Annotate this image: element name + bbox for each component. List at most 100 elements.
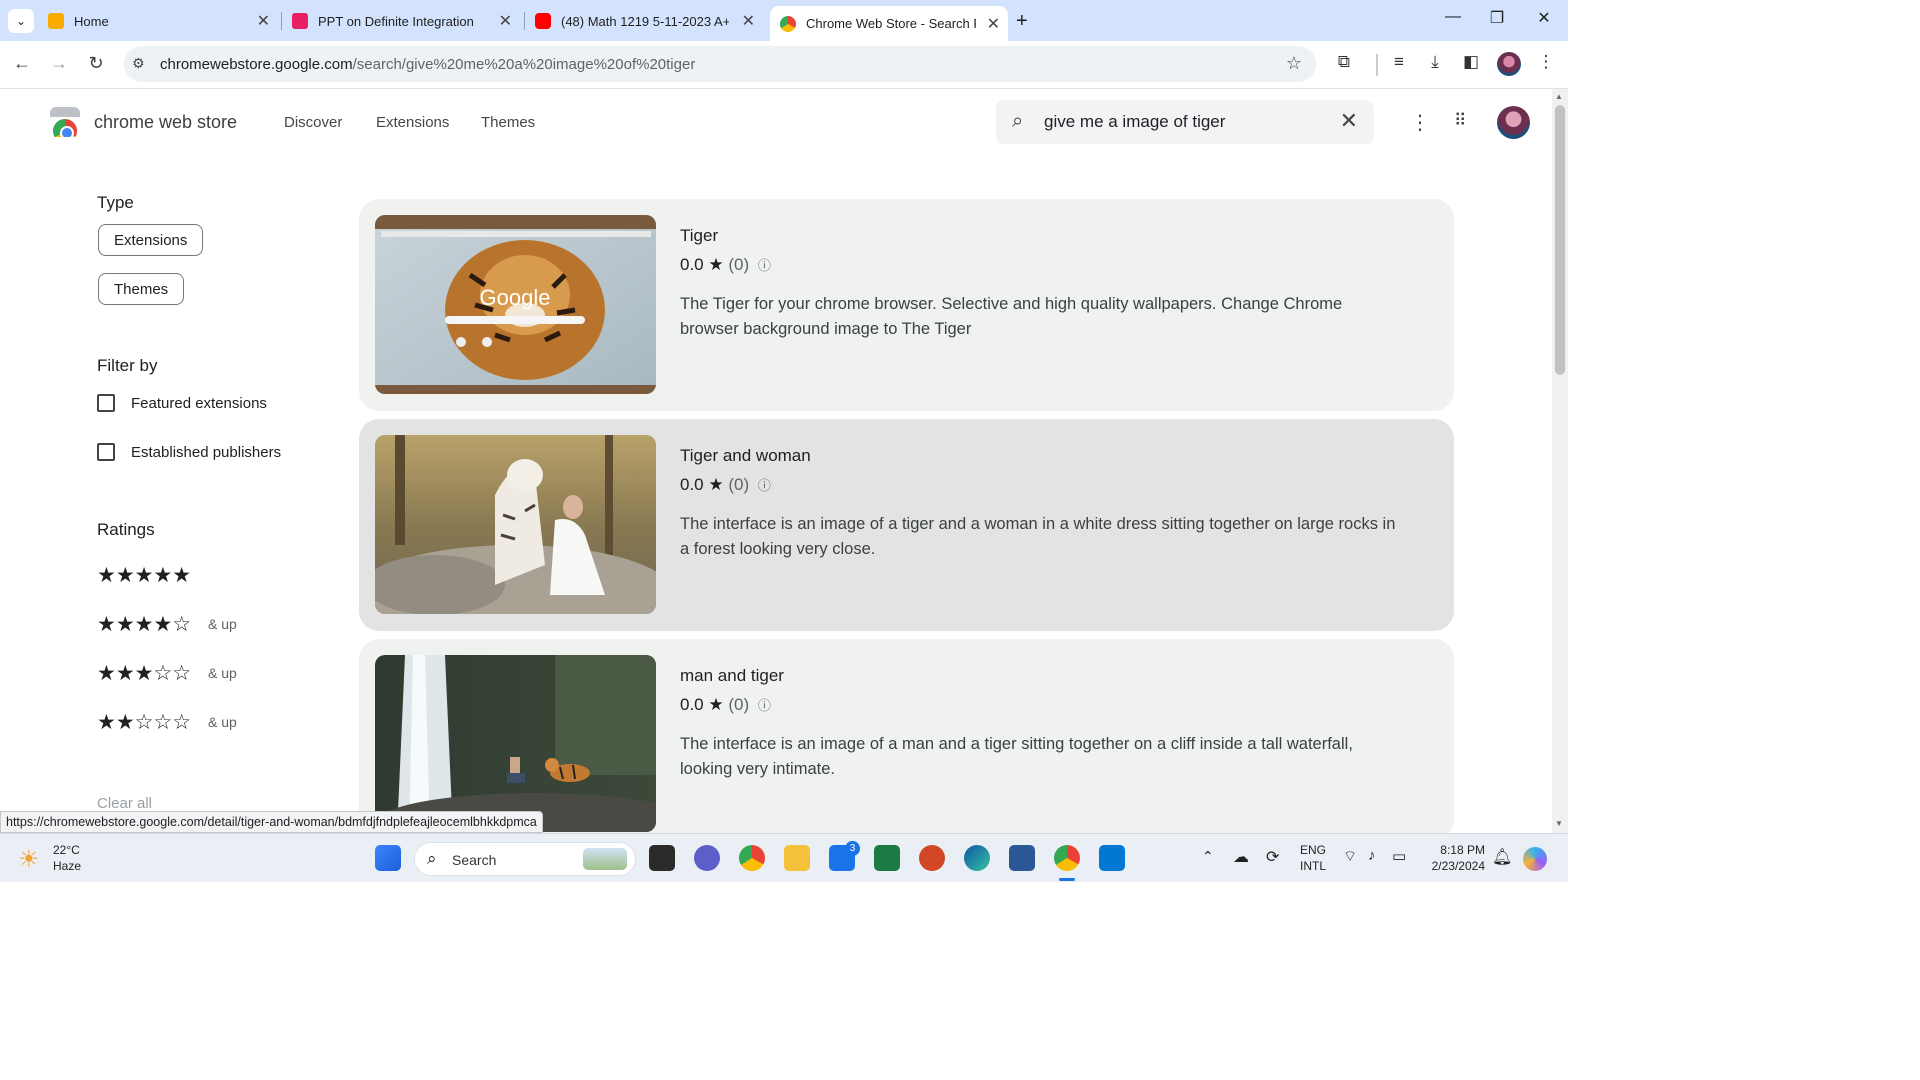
rating-count: (0): [728, 475, 750, 494]
page-scrollbar[interactable]: ▲ ▼: [1552, 89, 1568, 833]
result-title[interactable]: Tiger and woman: [680, 446, 811, 466]
tab-separator: [524, 12, 525, 30]
result-title[interactable]: man and tiger: [680, 666, 784, 686]
language-intl[interactable]: INTL: [1300, 859, 1326, 873]
taskbar-search[interactable]: ⌕ Search: [414, 842, 636, 876]
result-description: The interface is an image of a tiger and…: [680, 515, 1396, 558]
back-icon[interactable]: ←: [10, 53, 34, 74]
nav-extensions[interactable]: Extensions: [376, 114, 449, 131]
result-rating: 0.0 ★ (0) ⓘ: [680, 255, 771, 274]
excel-icon[interactable]: [874, 845, 900, 871]
tab-youtube-math[interactable]: (48) Math 1219 5-11-2023 A+B ✕: [535, 6, 763, 36]
more-options-icon[interactable]: ⋮: [1410, 110, 1430, 135]
info-icon[interactable]: ⓘ: [758, 258, 771, 273]
result-title[interactable]: Tiger: [680, 226, 718, 246]
tab-chrome-web-store[interactable]: Chrome Web Store - Search Re ✕: [770, 6, 1008, 41]
windows-taskbar: ☀ 22°C Haze ⌕ Search 3 ⌃ ☁ ⟳ ENG INTL ⌔ …: [0, 833, 1568, 882]
battery-icon[interactable]: ▭: [1392, 847, 1406, 865]
forward-icon[interactable]: →: [47, 53, 71, 74]
scrollbar-thumb[interactable]: [1555, 105, 1565, 375]
scroll-down-arrow-icon[interactable]: ▼: [1555, 819, 1563, 828]
microsoft-store-icon[interactable]: [1099, 845, 1125, 871]
powerpoint-icon[interactable]: [919, 845, 945, 871]
chrome-icon[interactable]: [739, 845, 765, 871]
search-input[interactable]: give me a image of tiger: [1044, 112, 1225, 132]
close-tab-icon[interactable]: ✕: [257, 11, 270, 31]
teams-chat-icon[interactable]: [694, 845, 720, 871]
bookmark-star-icon[interactable]: ☆: [1286, 53, 1302, 74]
search-highlight-icon: [583, 848, 627, 870]
media-control-icon[interactable]: ≡: [1387, 52, 1411, 76]
tab-separator: [281, 12, 282, 30]
theme-thumbnail-man-and-tiger[interactable]: [375, 655, 656, 832]
notifications-bell-icon[interactable]: 🔔︎: [1492, 847, 1512, 867]
result-description: The Tiger for your chrome browser. Selec…: [680, 295, 1343, 338]
chrome-web-store-icon: [780, 15, 796, 32]
address-bar[interactable]: ⚙ chromewebstore.google.com/search/give%…: [124, 46, 1316, 82]
side-panel-icon[interactable]: ◧: [1459, 52, 1483, 76]
url-text[interactable]: chromewebstore.google.com/search/give%20…: [160, 56, 695, 73]
info-icon[interactable]: ⓘ: [758, 698, 771, 713]
established-publishers-checkbox[interactable]: [97, 443, 115, 461]
edge-icon[interactable]: [964, 845, 990, 871]
close-tab-icon[interactable]: ✕: [499, 11, 512, 31]
clear-all-button[interactable]: Clear all: [97, 795, 152, 812]
close-tab-icon[interactable]: ✕: [742, 11, 755, 31]
type-chip-themes[interactable]: Themes: [98, 273, 185, 305]
tab-home[interactable]: Home ✕: [48, 6, 278, 36]
extensions-puzzle-icon[interactable]: ⧉: [1332, 52, 1356, 76]
result-card-tiger-and-woman[interactable]: Tiger and woman 0.0 ★ (0) ⓘ The interfac…: [359, 419, 1454, 631]
tab-search-button[interactable]: ⌄: [8, 9, 34, 33]
weather-haze-icon: ☀: [18, 846, 40, 873]
featured-extensions-checkbox[interactable]: [97, 394, 115, 412]
close-window-icon[interactable]: ✕: [1524, 8, 1564, 28]
sync-icon[interactable]: ⟳: [1266, 847, 1279, 867]
task-view-icon[interactable]: [649, 845, 675, 871]
result-card-man-and-tiger[interactable]: man and tiger 0.0 ★ (0) ⓘ The interface …: [359, 639, 1454, 839]
language-eng[interactable]: ENG: [1300, 843, 1326, 857]
word-icon[interactable]: [1009, 845, 1035, 871]
brand-name[interactable]: chrome web store: [94, 112, 237, 133]
theme-thumbnail-tiger[interactable]: Google: [375, 215, 656, 394]
info-icon[interactable]: ⓘ: [758, 478, 771, 493]
new-tab-button[interactable]: +: [1016, 6, 1028, 36]
download-icon[interactable]: ⤓: [1423, 52, 1447, 76]
store-search-box[interactable]: ⌕ give me a image of tiger ✕: [996, 100, 1374, 144]
star-icon: ★: [708, 255, 724, 274]
result-card-tiger[interactable]: Google Tiger 0.0 ★ (0) ⓘ The Tiger for y…: [359, 199, 1454, 411]
copilot-icon[interactable]: [1523, 847, 1547, 871]
search-icon: ⌕: [427, 849, 437, 868]
clock-date[interactable]: 2/23/2024: [1422, 859, 1485, 873]
two-stars-icon: ★★☆☆☆: [97, 711, 192, 734]
tab-ppt-definite-integration[interactable]: PPT on Definite Integration ✕: [292, 6, 520, 36]
close-tab-icon[interactable]: ✕: [987, 14, 1000, 34]
minimize-icon[interactable]: —: [1433, 8, 1473, 26]
wifi-icon[interactable]: ⌔: [1343, 847, 1357, 866]
result-description: The interface is an image of a man and a…: [680, 735, 1353, 778]
theme-thumbnail-tiger-and-woman[interactable]: [375, 435, 656, 614]
nav-discover[interactable]: Discover: [284, 114, 342, 131]
clear-search-icon[interactable]: ✕: [1340, 108, 1358, 134]
search-icon: ⌕: [1012, 110, 1024, 132]
chrome-profile-icon[interactable]: [1054, 845, 1080, 871]
profile-avatar[interactable]: [1497, 52, 1521, 76]
restore-icon[interactable]: ❐: [1477, 8, 1517, 28]
reload-icon[interactable]: ↻: [84, 53, 108, 74]
result-rating: 0.0 ★ (0) ⓘ: [680, 695, 771, 714]
google-apps-icon[interactable]: ⠿: [1454, 111, 1466, 131]
site-info-icon[interactable]: ⚙: [132, 55, 145, 72]
weather-desc: Haze: [53, 859, 82, 873]
start-windows-icon[interactable]: [375, 845, 401, 871]
chrome-web-store-logo[interactable]: [50, 107, 80, 137]
clock-time[interactable]: 8:18 PM: [1427, 843, 1485, 857]
file-explorer-icon[interactable]: [784, 845, 810, 871]
volume-icon[interactable]: ♪: [1368, 847, 1376, 864]
nav-themes[interactable]: Themes: [481, 114, 535, 131]
show-hidden-icons-icon[interactable]: ⌃: [1202, 848, 1214, 865]
scroll-up-arrow-icon[interactable]: ▲: [1555, 92, 1563, 101]
chrome-menu-icon[interactable]: ⋮: [1534, 52, 1558, 76]
type-chip-extensions[interactable]: Extensions: [98, 224, 204, 256]
rating-count: (0): [728, 695, 750, 714]
account-avatar[interactable]: [1497, 106, 1530, 139]
onedrive-icon[interactable]: ☁: [1233, 847, 1249, 867]
